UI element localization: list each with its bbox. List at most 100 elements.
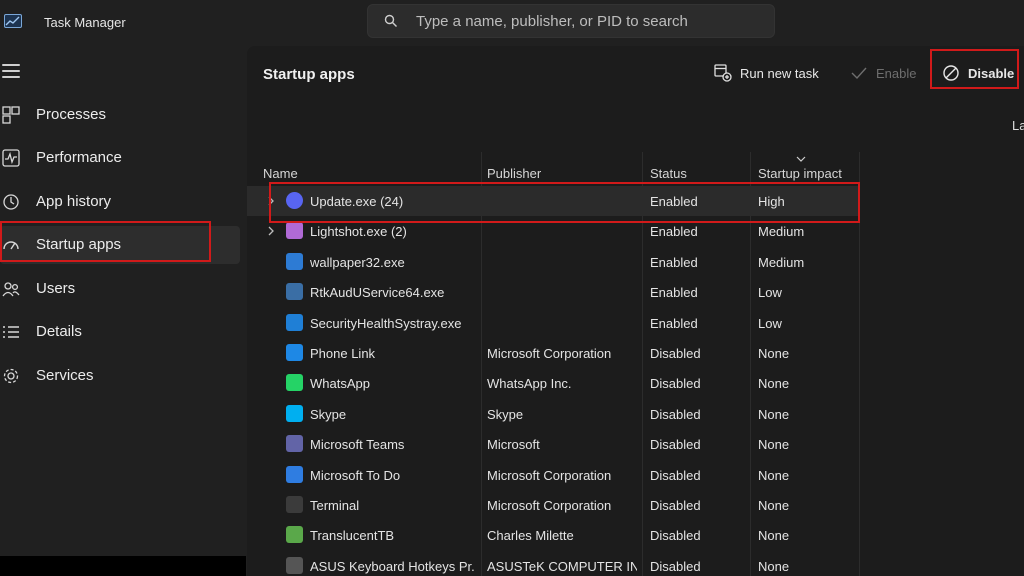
app-icon bbox=[286, 374, 303, 392]
app-history-icon bbox=[3, 194, 19, 210]
app-icon bbox=[286, 496, 303, 513]
table-row[interactable]: wallpaper32.exe Enabled Medium bbox=[247, 247, 859, 277]
app-icon bbox=[286, 283, 303, 301]
sidebar-item-label: Processes bbox=[36, 106, 107, 123]
cell-status: Disabled bbox=[650, 558, 701, 574]
cell-name: Terminal bbox=[310, 498, 360, 513]
cell-status: Disabled bbox=[650, 406, 701, 422]
cell-status: Disabled bbox=[650, 346, 701, 361]
sidebar-footer bbox=[0, 556, 246, 576]
cell-impact: None bbox=[758, 346, 790, 361]
app-icon bbox=[286, 435, 303, 453]
cell-name: Lightshot.exe (2) bbox=[310, 224, 407, 240]
sidebar-item-services[interactable]: Services bbox=[0, 357, 240, 395]
title-bar: Task Manager bbox=[0, 0, 1024, 46]
users-icon bbox=[2, 282, 20, 297]
cell-impact: None bbox=[758, 558, 790, 574]
highlight-update-row bbox=[269, 182, 860, 223]
cell-publisher: Charles Milette bbox=[487, 528, 574, 544]
cell-status: Enabled bbox=[650, 315, 698, 331]
app-icon bbox=[286, 344, 303, 361]
sidebar-item-label: Services bbox=[36, 367, 94, 384]
search-icon bbox=[384, 14, 397, 27]
cell-impact: None bbox=[758, 528, 790, 544]
table-row[interactable]: RtkAudUService64.exe Enabled Low bbox=[247, 277, 859, 307]
sidebar-item-app-history[interactable]: App history bbox=[0, 183, 240, 221]
table-row[interactable]: Terminal Microsoft Corporation Disabled Non… bbox=[247, 490, 859, 520]
column-header-name[interactable]: Name bbox=[263, 166, 298, 181]
cell-name: TranslucentTB bbox=[310, 528, 395, 544]
column-header-publisher[interactable]: Publisher bbox=[487, 166, 541, 181]
cell-name: Microsoft To Do bbox=[310, 467, 401, 483]
search-box[interactable] bbox=[367, 4, 775, 38]
app-icon bbox=[286, 556, 303, 574]
cell-name: ASUS Keyboard Hotkeys Pr... bbox=[310, 558, 475, 574]
page-title: Startup apps bbox=[263, 66, 355, 83]
table-row[interactable]: Phone Link Microsoft Corporation Disabled N… bbox=[247, 338, 859, 368]
app-icon bbox=[286, 465, 303, 483]
table-row[interactable]: ASUS Keyboard Hotkeys Pr... ASUSTeK COMPU… bbox=[247, 551, 859, 576]
run-task-icon bbox=[714, 64, 732, 82]
cell-impact: None bbox=[758, 376, 790, 392]
enable-button[interactable]: Enable bbox=[850, 56, 916, 90]
table-row[interactable]: Skype Skype Disabled None bbox=[247, 399, 859, 429]
run-new-task-button[interactable]: Run new task bbox=[714, 56, 819, 90]
chevron-right-icon[interactable] bbox=[267, 226, 275, 236]
app-icon bbox=[286, 252, 303, 270]
highlight-disable-button bbox=[930, 49, 1019, 89]
app-icon bbox=[286, 404, 303, 422]
sidebar-item-label: Performance bbox=[36, 149, 122, 166]
sidebar-item-users[interactable]: Users bbox=[0, 270, 240, 308]
column-header-status[interactable]: Status bbox=[650, 166, 687, 181]
window-title: Task Manager bbox=[44, 15, 126, 30]
cell-publisher: Skype bbox=[487, 406, 524, 422]
cell-impact: Low bbox=[758, 315, 782, 331]
cell-status: Enabled bbox=[650, 254, 698, 270]
sidebar-item-label: Users bbox=[36, 280, 76, 297]
cell-status: Enabled bbox=[650, 224, 698, 240]
cell-publisher: Microsoft Corporation bbox=[487, 467, 612, 483]
table-row[interactable]: SecurityHealthSystray.exe Enabled Low bbox=[247, 308, 859, 338]
search-input[interactable] bbox=[416, 5, 766, 37]
cell-status: Disabled bbox=[650, 376, 701, 392]
table-row[interactable]: TranslucentTB Charles Milette Disabled None bbox=[247, 520, 859, 550]
app-icon bbox=[286, 526, 303, 544]
sidebar-item-details[interactable]: Details bbox=[0, 313, 240, 351]
last-bios-time: La bbox=[1012, 118, 1024, 133]
app-icon bbox=[286, 313, 303, 331]
cell-impact: None bbox=[758, 467, 790, 483]
table-row[interactable]: WhatsApp WhatsApp Inc. Disabled None bbox=[247, 368, 859, 398]
cell-publisher: ASUSTeK COMPUTER INC. bbox=[487, 558, 637, 574]
cell-impact: None bbox=[758, 437, 790, 453]
task-manager-icon bbox=[4, 14, 22, 28]
sidebar-item-processes[interactable]: Processes bbox=[0, 96, 240, 134]
cell-name: wallpaper32.exe bbox=[310, 254, 405, 270]
cell-impact: None bbox=[758, 406, 790, 422]
sidebar: Processes Performance App history Startu… bbox=[0, 46, 246, 556]
cell-status: Disabled bbox=[650, 528, 701, 544]
cell-name: Skype bbox=[310, 406, 347, 422]
cell-name: Phone Link bbox=[310, 346, 376, 361]
sidebar-item-label: Details bbox=[36, 323, 82, 340]
processes-icon bbox=[2, 106, 20, 124]
cell-status: Disabled bbox=[650, 437, 701, 453]
cell-status: Disabled bbox=[650, 498, 701, 513]
cell-impact: None bbox=[758, 498, 790, 513]
column-header-startup-impact[interactable]: Startup impact bbox=[758, 166, 842, 181]
menu-icon[interactable] bbox=[2, 64, 20, 78]
sidebar-item-performance[interactable]: Performance bbox=[0, 139, 240, 177]
table-row[interactable]: Microsoft To Do Microsoft Corporation Disa… bbox=[247, 460, 859, 490]
checkmark-icon bbox=[851, 67, 867, 80]
cell-name: Microsoft Teams bbox=[310, 437, 405, 453]
app-icon bbox=[286, 222, 303, 240]
sort-descending-icon bbox=[796, 156, 806, 162]
enable-label: Enable bbox=[876, 65, 917, 81]
table-row[interactable]: Microsoft Teams Microsoft Disabled None bbox=[247, 429, 859, 459]
details-icon bbox=[3, 326, 19, 338]
highlight-startup-apps bbox=[0, 221, 211, 262]
cell-impact: Medium bbox=[758, 254, 805, 270]
cell-status: Disabled bbox=[650, 467, 701, 483]
performance-icon bbox=[2, 149, 20, 167]
cell-name: SecurityHealthSystray.exe bbox=[310, 315, 462, 331]
cell-publisher: WhatsApp Inc. bbox=[487, 376, 572, 392]
